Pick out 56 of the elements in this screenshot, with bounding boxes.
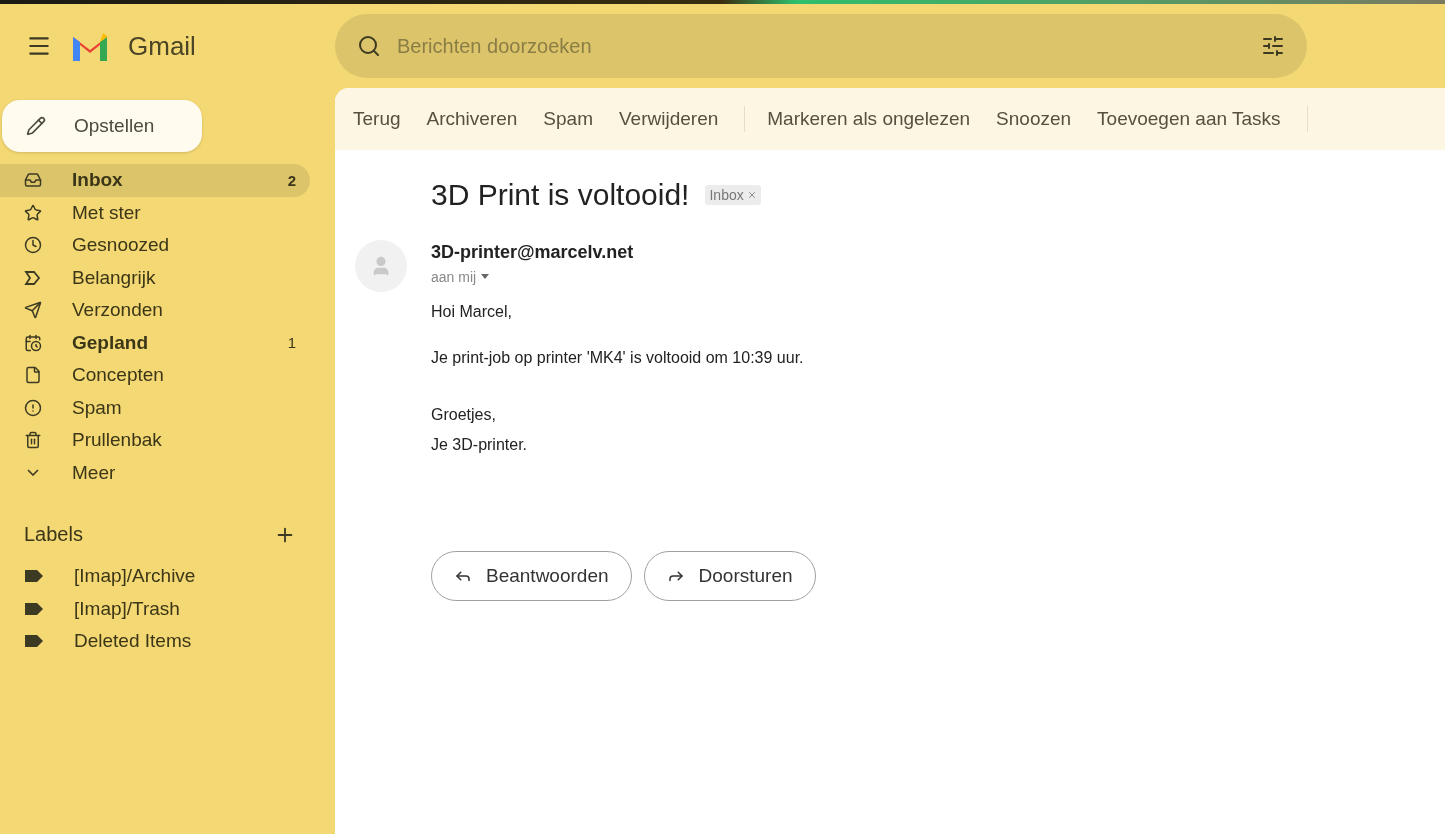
chevron-down-icon: [27, 469, 39, 477]
label-icon: [24, 601, 44, 616]
reply-button[interactable]: Beantwoorden: [431, 551, 632, 601]
sidebar-item[interactable]: Met ster: [0, 196, 310, 229]
email-paragraph: Hoi Marcel,: [431, 302, 513, 322]
section-title: Labels: [24, 523, 83, 546]
unread-count: 2: [287, 171, 296, 189]
nav-icon: [24, 236, 42, 255]
search-icon: [357, 34, 381, 58]
forward-button[interactable]: Doorsturen: [643, 551, 816, 601]
nav-icon: [24, 301, 42, 320]
nav-icon: [24, 203, 42, 222]
toolbar-button[interactable]: Toevoegen aan Tasks: [1097, 108, 1294, 130]
sidebar-item[interactable]: Prullenbak: [0, 424, 310, 457]
nav-icon: [24, 398, 42, 417]
filter-icon[interactable]: [1261, 34, 1285, 58]
label-item[interactable]: Deleted Items: [0, 625, 310, 658]
label-icon: [24, 569, 44, 584]
sidebar-item[interactable]: Inbox 2: [0, 164, 310, 197]
avatar-icon: [355, 240, 407, 292]
compose-button[interactable]: Opstellen: [2, 100, 202, 152]
toolbar-button[interactable]: Markeren als ongelezen: [767, 108, 984, 130]
sidebar-item[interactable]: Gesnoozed: [0, 229, 310, 262]
nav-icon: [24, 366, 42, 385]
label-item[interactable]: [Imap]/Trash: [0, 592, 310, 625]
email-paragraph: Groetjes, Je 3D-printer.: [431, 405, 529, 455]
unread-count: 1: [287, 334, 296, 352]
sidebar-item[interactable]: Concepten: [0, 359, 310, 392]
recipient-dropdown[interactable]: aan mij: [431, 269, 1445, 285]
toolbar-button[interactable]: Archiveren: [426, 108, 531, 130]
important-icon: [24, 268, 42, 287]
pencil-icon: [26, 116, 46, 136]
toolbar-button[interactable]: Spam: [543, 108, 606, 130]
label-item[interactable]: [Imap]/Archive: [0, 560, 310, 593]
label-icon: [24, 634, 44, 649]
email-paragraph: Je print-job op printer 'MK4' is voltooid om 10:39 uur.: [431, 348, 805, 368]
sidebar-item[interactable]: Spam: [0, 391, 310, 424]
search-field[interactable]: Berichten doorzoeken: [335, 14, 1307, 78]
sidebar-item[interactable]: Verzonden: [0, 294, 310, 327]
inbox-tag: Inbox: [705, 185, 761, 205]
sidebar-item[interactable]: Meer: [0, 456, 310, 489]
toolbar-button[interactable]: Verwijderen: [619, 108, 732, 130]
sidebar-item[interactable]: Belangrijk: [0, 261, 310, 294]
nav-icon: [24, 431, 42, 450]
toolbar-button[interactable]: Terug: [353, 108, 414, 130]
close-icon[interactable]: [746, 190, 757, 200]
logo-icon: [70, 31, 110, 61]
dropdown-icon: [480, 274, 491, 280]
nav-icon: [24, 171, 42, 190]
toolbar-button[interactable]: Snoozen: [996, 108, 1085, 130]
search-input[interactable]: Berichten doorzoeken: [395, 33, 1247, 59]
sender-email: 3D-printer@marcelv.net: [431, 242, 635, 263]
app-name: Gmail: [128, 30, 196, 62]
email-subject: 3D Print is voltooid!: [431, 178, 690, 212]
nav-icon: [24, 333, 42, 352]
sidebar-item[interactable]: Gepland 1: [0, 326, 310, 359]
